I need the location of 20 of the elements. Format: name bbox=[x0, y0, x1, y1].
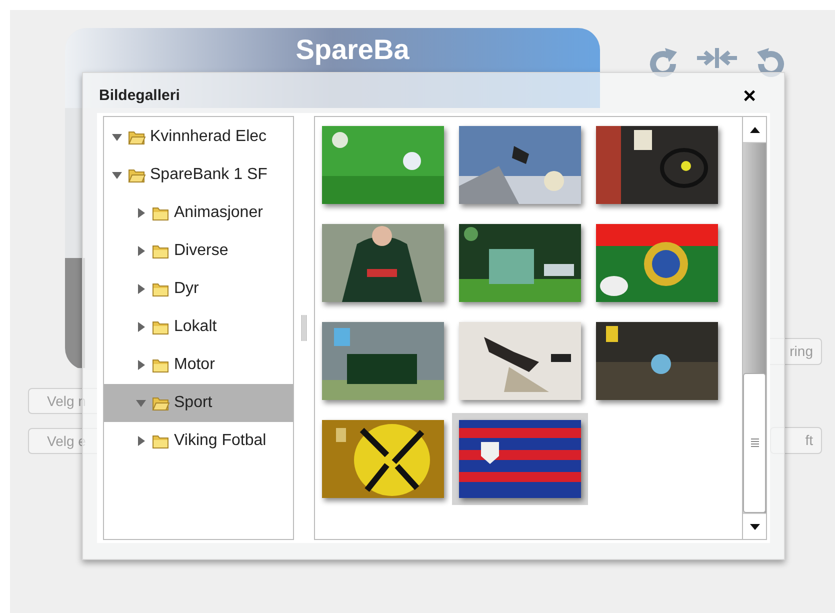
tree-item[interactable]: Kvinnherad Elec bbox=[104, 118, 293, 156]
folder-name: Diverse bbox=[174, 241, 228, 261]
tree-item[interactable]: Animasjoner bbox=[104, 194, 293, 232]
tree-item[interactable]: Lokalt bbox=[104, 308, 293, 346]
tree-item[interactable]: SpareBank 1 SF bbox=[104, 156, 293, 194]
folder-name: Kvinnherad Elec bbox=[150, 127, 267, 147]
folder-name: Viking Fotbal bbox=[174, 431, 266, 451]
folder-name: Lokalt bbox=[174, 317, 217, 337]
folder-name: Animasjoner bbox=[174, 203, 263, 223]
tree-item[interactable]: Diverse bbox=[104, 232, 293, 270]
tree-item[interactable]: Dyr bbox=[104, 270, 293, 308]
folder-name: Sport bbox=[174, 393, 212, 413]
banner-text: SpareBa bbox=[294, 34, 410, 66]
dialog-title: Bildegalleri bbox=[99, 86, 180, 106]
tree-item[interactable]: Motor bbox=[104, 346, 293, 384]
tree-item[interactable]: Sport bbox=[104, 384, 293, 422]
close-button[interactable]: × bbox=[743, 85, 756, 107]
folder-name: Dyr bbox=[174, 279, 199, 299]
folder-name: SpareBank 1 SF bbox=[150, 165, 268, 185]
folder-name: Motor bbox=[174, 355, 215, 375]
